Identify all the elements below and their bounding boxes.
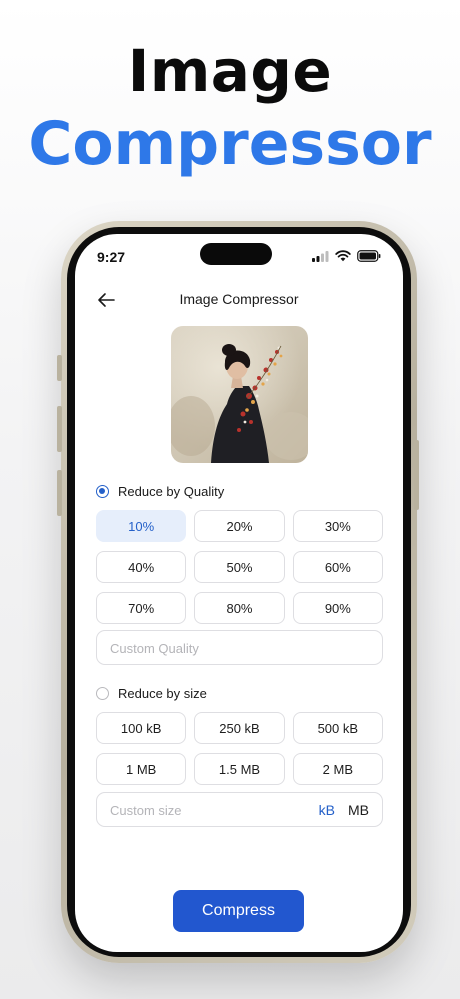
status-time: 9:27	[97, 249, 126, 265]
size-radio[interactable]	[96, 687, 109, 700]
quality-chip[interactable]: 60%	[292, 551, 383, 583]
quality-chip[interactable]: 90%	[292, 592, 383, 624]
custom-quality-input[interactable]: Custom Quality	[96, 630, 383, 665]
unit-kb-option[interactable]: kB	[319, 802, 335, 818]
size-chip[interactable]: 1 MB	[96, 753, 187, 785]
unit-mb-option[interactable]: MB	[348, 802, 369, 818]
dynamic-island	[200, 243, 272, 265]
page-title: Image Compressor	[179, 291, 299, 307]
quality-chip[interactable]: 30%	[292, 510, 383, 542]
quality-chip[interactable]: 20%	[194, 510, 285, 542]
status-icons	[312, 250, 381, 262]
size-chip[interactable]: 100 kB	[96, 712, 187, 744]
size-chip[interactable]: 2 MB	[292, 753, 383, 785]
wifi-icon	[335, 250, 351, 262]
custom-quality-placeholder: Custom Quality	[110, 641, 199, 656]
volume-up-button	[57, 406, 62, 452]
quality-chip[interactable]: 80%	[194, 592, 285, 624]
size-options: 100 kB 250 kB 500 kB 1 MB 1.5 MB 2 MB	[96, 712, 383, 785]
custom-size-input[interactable]: Custom size kB MB	[96, 792, 383, 827]
quality-chip[interactable]: 50%	[194, 551, 285, 583]
quality-options: 10% 20% 30% 40% 50% 60% 70% 80% 90%	[96, 510, 383, 624]
quality-radio-label: Reduce by Quality	[118, 484, 225, 499]
size-unit-toggle: kB MB	[319, 802, 369, 818]
phone-screen: 9:27 Image Compressor Reduce by Quality …	[75, 234, 403, 952]
custom-size-placeholder: Custom size	[110, 803, 182, 818]
battery-icon	[357, 250, 381, 262]
silent-switch	[57, 355, 62, 381]
volume-down-button	[57, 470, 62, 516]
image-preview	[171, 326, 308, 463]
app-header: Image Compressor	[75, 286, 403, 314]
reduce-by-size-option[interactable]: Reduce by size	[96, 686, 207, 701]
size-radio-label: Reduce by size	[118, 686, 207, 701]
portrait-thumbnail	[171, 326, 308, 463]
size-chip[interactable]: 250 kB	[194, 712, 285, 744]
promo-title-line2: Compressor	[28, 109, 432, 179]
compress-button[interactable]: Compress	[173, 890, 304, 932]
reduce-by-quality-option[interactable]: Reduce by Quality	[96, 484, 224, 499]
power-button	[414, 440, 419, 510]
quality-radio[interactable]	[96, 485, 109, 498]
cellular-signal-icon	[312, 250, 329, 262]
quality-chip[interactable]: 70%	[96, 592, 187, 624]
size-chip[interactable]: 1.5 MB	[194, 753, 285, 785]
quality-chip[interactable]: 40%	[96, 551, 187, 583]
promo-title-line1: Image	[127, 37, 333, 105]
quality-chip[interactable]: 10%	[96, 510, 187, 542]
size-chip[interactable]: 500 kB	[292, 712, 383, 744]
